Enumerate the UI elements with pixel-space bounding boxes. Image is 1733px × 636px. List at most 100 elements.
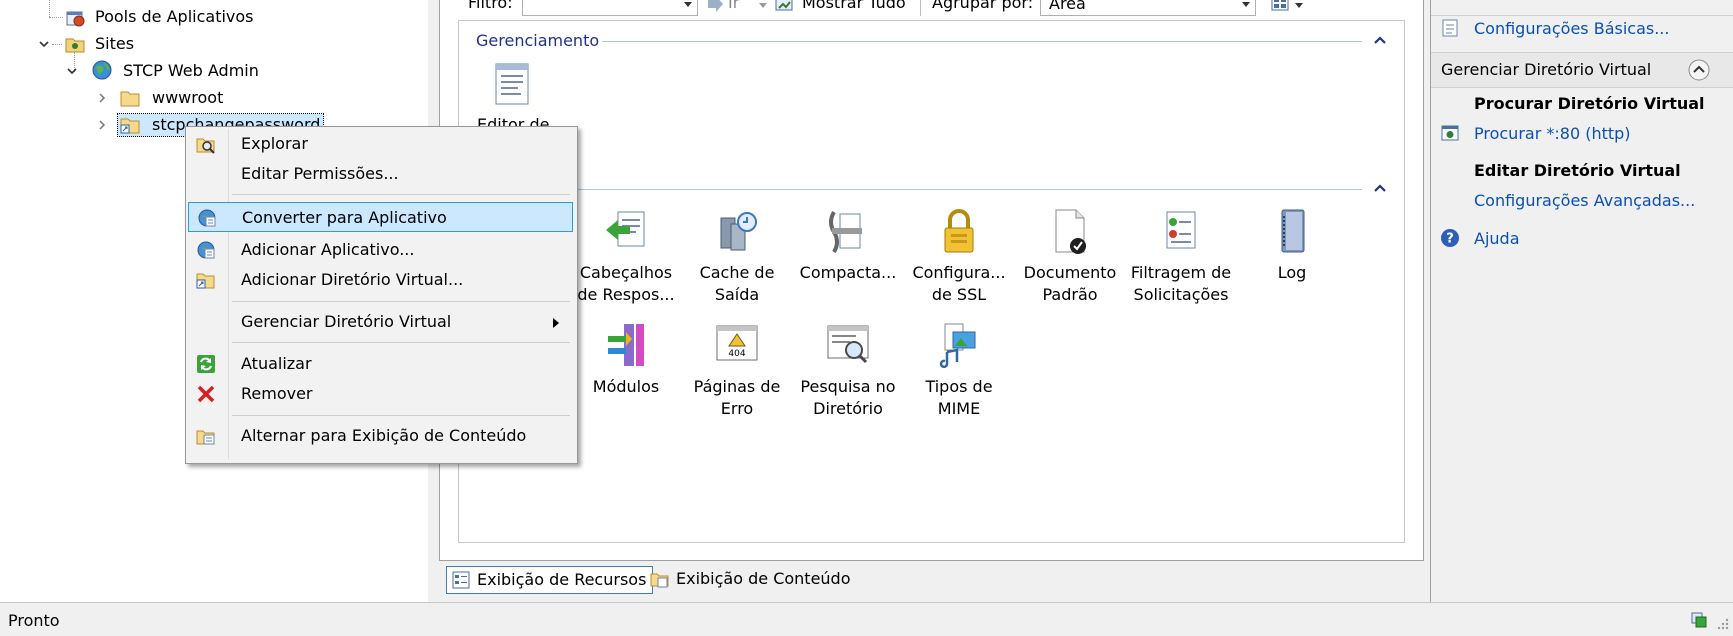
menu-item-convert-to-application[interactable]: Converter para Aplicativo [188, 202, 573, 232]
menu-item-add-virtual-directory[interactable]: Adicionar Diretório Virtual... [188, 265, 573, 295]
group-divider [602, 41, 1362, 42]
edit-vdir-heading: Editar Diretório Virtual [1474, 161, 1681, 180]
remove-x-icon [197, 385, 215, 403]
svg-text:?: ? [1446, 232, 1454, 247]
advanced-settings-link[interactable]: Configurações Avançadas... [1474, 191, 1695, 210]
menu-item-manage-virtual-directory[interactable]: Gerenciar Diretório Virtual [188, 307, 573, 337]
mime-types-icon [939, 323, 976, 369]
feature-logging[interactable]: Log [1236, 208, 1348, 284]
tree-item-label: STCP Web Admin [123, 61, 259, 80]
feature-label: Páginas de Erro [693, 377, 781, 418]
feature-http-response-headers[interactable]: Cabeçalhos de Respos... [570, 208, 682, 306]
filter-toolbar: Filtro: Ir Mostrar Tudo Agrupar por: Áre… [440, 0, 1422, 16]
menu-separator [232, 301, 570, 302]
tab-features-view[interactable]: Exibição de Recursos [446, 566, 654, 594]
request-filtering-icon [1166, 211, 1196, 249]
config-editor-icon[interactable] [490, 62, 534, 108]
menu-item-edit-permissions[interactable]: Editar Permissões... [188, 159, 573, 189]
submenu-arrow-icon [553, 318, 559, 328]
feature-error-pages[interactable]: 404 Páginas de Erro [681, 322, 793, 420]
feature-modules[interactable]: Módulos [570, 322, 682, 398]
feature-label: Módulos [592, 377, 660, 396]
chevron-right-icon[interactable] [96, 119, 108, 131]
toolbar-separator [920, 0, 921, 16]
collapse-chevron-icon[interactable] [1373, 35, 1387, 45]
go-button[interactable]: Ir [728, 0, 739, 12]
menu-item-explore[interactable]: Explorar [188, 129, 573, 159]
help-icon: ? [1441, 229, 1459, 247]
actions-panel [1430, 0, 1733, 602]
tree-item-label: Sites [95, 34, 135, 53]
context-menu: Explorar Editar Permissões... Converter … [185, 126, 578, 464]
feature-compression[interactable]: Compacta... [792, 208, 904, 284]
content-view-icon [196, 430, 215, 445]
collapse-chevron-icon[interactable] [1373, 183, 1387, 193]
menu-item-switch-to-content-view[interactable]: Alternar para Exibição de Conteúdo [188, 421, 573, 451]
feature-ssl-settings[interactable]: Configura... de SSL [903, 208, 1015, 306]
modules-icon [608, 324, 644, 366]
browse-vdir-heading: Procurar Diretório Virtual [1474, 94, 1705, 113]
chevron-down-icon [1242, 2, 1250, 7]
network-status-icon [1691, 612, 1707, 628]
feature-label: Documento Padrão [1023, 263, 1117, 304]
view-mode-icon[interactable] [1270, 0, 1292, 14]
group-by-select[interactable]: Área [1040, 0, 1256, 16]
convert-application-icon [198, 209, 216, 227]
chevron-down-icon [684, 2, 692, 7]
feature-label: Configura... de SSL [912, 263, 1006, 304]
browse-port-80-link[interactable]: Procurar *:80 (http) [1474, 124, 1631, 143]
response-headers-icon [606, 211, 645, 247]
menu-item-add-application[interactable]: Adicionar Aplicativo... [188, 235, 573, 265]
explore-icon [196, 138, 215, 154]
tree-item-label: Pools de Aplicativos [95, 7, 254, 26]
tree-item-wwwroot[interactable]: wwwroot [0, 86, 420, 110]
manage-vdir-section-header[interactable]: Gerenciar Diretório Virtual [1431, 52, 1733, 88]
menu-item-label: Alternar para Exibição de Conteúdo [241, 426, 527, 445]
feature-output-caching[interactable]: Cache de Saída [681, 208, 793, 306]
feature-directory-browsing[interactable]: Pesquisa no Diretório [792, 322, 904, 420]
collapse-section-icon[interactable] [1687, 58, 1711, 82]
basic-settings-link[interactable]: Configurações Básicas... [1474, 19, 1669, 38]
feature-label: Filtragem de Solicitações [1130, 263, 1232, 304]
menu-item-refresh[interactable]: Atualizar [188, 349, 573, 379]
group-by-value: Área [1049, 0, 1086, 13]
chevron-right-icon[interactable] [96, 92, 108, 104]
app-pool-icon [66, 11, 85, 27]
status-text: Pronto [8, 611, 60, 630]
show-all-button[interactable]: Mostrar Tudo [802, 0, 906, 12]
chevron-down-icon[interactable] [1294, 2, 1304, 10]
browse-icon [1441, 125, 1459, 141]
add-application-icon [197, 241, 215, 259]
chevron-down-icon[interactable] [38, 38, 50, 50]
tab-content-view[interactable]: Exibição de Conteúdo [646, 566, 857, 592]
menu-item-label: Editar Permissões... [241, 164, 399, 183]
menu-item-label: Converter para Aplicativo [242, 208, 447, 227]
feature-request-filtering[interactable]: Filtragem de Solicitações [1125, 208, 1237, 306]
default-document-icon [1055, 209, 1086, 254]
lock-icon [944, 209, 974, 253]
feature-label: Compacta... [799, 263, 897, 282]
actions-top-divider [1431, 0, 1733, 16]
show-all-icon [775, 0, 793, 11]
tree-item-app-pools[interactable]: Pools de Aplicativos [0, 5, 420, 29]
feature-default-document[interactable]: Documento Padrão [1014, 208, 1126, 306]
feature-mime-types[interactable]: Tipos de MIME [903, 322, 1015, 420]
features-view-icon [452, 571, 470, 589]
tree-item-sites[interactable]: Sites [0, 32, 420, 56]
menu-item-remove[interactable]: Remover [188, 379, 573, 409]
group-title-management[interactable]: Gerenciamento [476, 31, 599, 50]
add-virtual-directory-icon [196, 273, 215, 289]
filter-input[interactable] [522, 0, 698, 16]
status-bar: Pronto [0, 602, 1733, 636]
help-link[interactable]: Ajuda [1474, 229, 1520, 248]
menu-item-label: Remover [241, 384, 313, 403]
tree-item-stcp-web-admin[interactable]: STCP Web Admin [0, 59, 420, 83]
refresh-icon [197, 355, 215, 373]
chevron-down-icon[interactable] [66, 65, 78, 77]
resize-grip-icon[interactable] [1716, 617, 1730, 631]
sites-folder-icon [65, 38, 85, 53]
feature-label: Log [1277, 263, 1307, 282]
section-title: Gerenciar Diretório Virtual [1441, 60, 1652, 79]
error-page-icon: 404 [716, 325, 758, 361]
chevron-down-icon[interactable] [758, 2, 768, 10]
